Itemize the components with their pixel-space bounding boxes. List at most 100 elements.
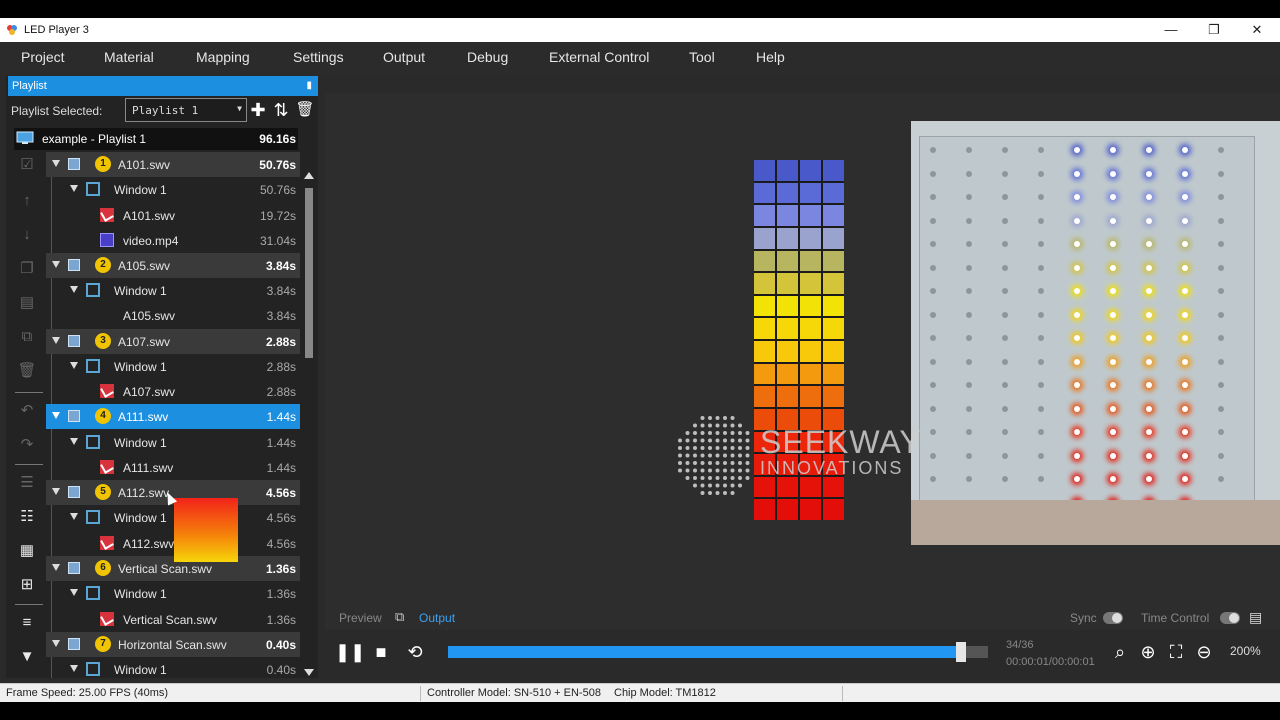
tree-row-window[interactable]: Window 1 50.76s <box>46 177 300 202</box>
move-up-icon[interactable]: ↑ <box>10 188 44 214</box>
item-name: A107.swv <box>123 385 176 399</box>
tree-row-vertical-scan[interactable]: 6 Vertical Scan.swv 1.36s <box>46 556 300 581</box>
tree-row-file[interactable]: Vertical Scan.swv 1.36s <box>46 607 300 632</box>
board-led <box>966 335 972 341</box>
pause-icon[interactable]: ❚❚ <box>335 640 365 664</box>
tree-row-window[interactable]: Window 1 4.56s <box>46 505 300 530</box>
tree-row-file[interactable]: A101.swv 19.72s <box>46 203 300 228</box>
tree-row-file[interactable]: A112.swv 4.56s <box>46 531 300 556</box>
board-led <box>966 476 972 482</box>
collapse-icon[interactable]: ▼ <box>10 644 44 670</box>
zoom-out-icon[interactable]: ⊖ <box>1192 640 1216 664</box>
board-led <box>930 264 936 271</box>
menu-project[interactable]: Project <box>21 49 65 65</box>
menu-settings[interactable]: Settings <box>293 49 344 65</box>
board-led <box>1002 358 1008 365</box>
board-led <box>966 147 972 153</box>
paste-icon[interactable]: ▤ <box>10 290 44 316</box>
menu-mapping[interactable]: Mapping <box>196 49 250 65</box>
tree-row-window[interactable]: Window 1 1.36s <box>46 581 300 606</box>
time-control-toggle[interactable] <box>1220 612 1240 624</box>
undo-icon[interactable]: ↶ <box>10 398 44 424</box>
playlist-root[interactable]: example - Playlist 1 96.16s <box>14 128 298 150</box>
output-tab-icon: ⧉ <box>395 609 405 624</box>
move-down-icon[interactable]: ↓ <box>10 222 44 248</box>
tree-row-a107[interactable]: 3 A107.swv 2.88s <box>46 329 300 354</box>
list-add-icon[interactable]: ▦ <box>10 538 44 564</box>
menu-debug[interactable]: Debug <box>467 49 508 65</box>
item-duration: 3.84s <box>266 309 296 323</box>
item-duration: 1.44s <box>266 410 296 424</box>
menu-material[interactable]: Material <box>104 49 154 65</box>
list-settings-icon[interactable]: ⊞ <box>10 572 44 598</box>
playlist-select[interactable]: Playlist 1 ▼ <box>125 98 247 122</box>
tree-row-file[interactable]: A107.swv 2.88s <box>46 379 300 404</box>
scroll-down-icon[interactable] <box>304 669 314 676</box>
board-led <box>1038 405 1044 412</box>
panel-title: Playlist <box>12 80 47 92</box>
playback-progress[interactable] <box>448 642 988 662</box>
sync-toggle[interactable] <box>1103 612 1123 624</box>
board-led <box>930 429 936 435</box>
tree-row-window[interactable]: Window 1 1.44s <box>46 430 300 455</box>
duplicate-icon[interactable]: ⧉ <box>10 324 44 350</box>
tab-output[interactable]: Output <box>419 611 455 625</box>
scroll-thumb[interactable] <box>305 188 313 358</box>
check-icon[interactable]: ☑ <box>10 152 44 178</box>
add-icon[interactable]: ✚ <box>247 98 269 122</box>
tree-row-a101[interactable]: 1 A101.swv 50.76s <box>46 152 300 177</box>
settings-list-icon[interactable]: ▤ <box>1249 609 1262 626</box>
tree-row-a105[interactable]: 2 A105.swv 3.84s <box>46 253 300 278</box>
led-pixel <box>777 160 798 181</box>
board-led <box>1074 241 1080 247</box>
led-pixel <box>754 250 775 272</box>
sort-icon[interactable]: ⇅ <box>270 98 292 122</box>
tab-preview[interactable]: Preview <box>339 611 382 625</box>
item-name: A111.swv <box>123 461 174 475</box>
tree-row-window[interactable]: Window 1 0.40s <box>46 657 300 678</box>
copy-icon[interactable]: ❐ <box>10 256 44 282</box>
progress-handle[interactable] <box>956 642 966 662</box>
align-icon[interactable]: ≡ <box>10 610 44 636</box>
board-led <box>1182 382 1188 388</box>
tree-scrollbar[interactable] <box>301 172 317 676</box>
close-button[interactable]: ✕ <box>1242 20 1272 40</box>
order-badge: 1 <box>95 156 111 172</box>
board-led <box>1146 358 1152 365</box>
item-name: A107.swv <box>118 335 171 349</box>
trash-icon[interactable]: 🗑 <box>294 98 316 122</box>
tree-row-window[interactable]: Window 1 2.88s <box>46 354 300 379</box>
menu-tool[interactable]: Tool <box>689 49 715 65</box>
menu-output[interactable]: Output <box>383 49 425 65</box>
pin-icon[interactable]: ▮ <box>306 76 312 96</box>
tree-row-file[interactable]: video.mp4 31.04s <box>46 228 300 253</box>
board-led <box>930 311 936 318</box>
redo-icon[interactable]: ↷ <box>10 432 44 458</box>
led-board-photo <box>911 121 1280 545</box>
loop-icon[interactable]: ⟲ <box>403 640 427 664</box>
menu-help[interactable]: Help <box>756 49 785 65</box>
tree-row-file[interactable]: A111.swv 1.44s <box>46 455 300 480</box>
tree-row-window[interactable]: Window 1 3.84s <box>46 278 300 303</box>
tree-row-horizontal-scan[interactable]: 7 Horizontal Scan.swv 0.40s <box>46 632 300 657</box>
menu-external-control[interactable]: External Control <box>549 49 649 65</box>
item-duration: 31.04s <box>259 234 296 248</box>
tree-row-a111-selected[interactable]: 4 A111.swv 1.44s <box>46 404 300 429</box>
stop-icon[interactable]: ■ <box>369 640 393 664</box>
zoom-in-icon[interactable]: ⊕ <box>1136 640 1160 664</box>
scroll-up-icon[interactable] <box>304 172 314 179</box>
chevron-down-icon: ▼ <box>237 104 242 113</box>
menu-bar: Project Material Mapping Settings Output… <box>0 42 1280 74</box>
list-check-icon[interactable]: ☰ <box>10 470 44 496</box>
board-led <box>1182 194 1188 200</box>
zoom-fit-icon[interactable]: ⌕ <box>1108 640 1132 664</box>
chip-model: Chip Model: TM1812 <box>614 687 716 699</box>
list-edit-icon[interactable]: ☷ <box>10 504 44 530</box>
delete-icon[interactable]: 🗑 <box>10 358 44 384</box>
board-led <box>1182 405 1188 412</box>
minimize-button[interactable]: — <box>1156 20 1186 40</box>
tree-row-file[interactable]: A105.swv 3.84s <box>46 303 300 328</box>
restore-button[interactable]: ❐ <box>1199 20 1229 40</box>
fit-window-icon[interactable]: ⛶ <box>1164 640 1188 664</box>
item-name: Window 1 <box>114 511 167 525</box>
